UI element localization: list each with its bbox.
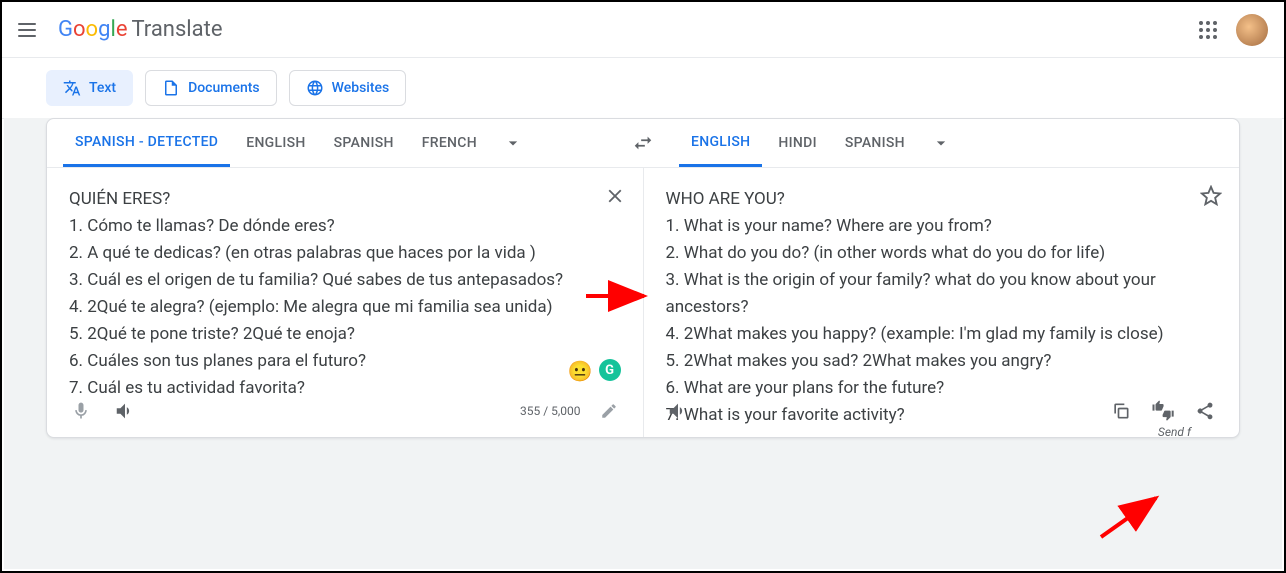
documents-mode-button[interactable]: Documents — [145, 70, 277, 106]
listen-source-icon[interactable] — [113, 399, 137, 423]
target-lang-side: ENGLISH HINDI SPANISH — [663, 119, 1239, 167]
listen-target-icon[interactable] — [666, 399, 690, 423]
websites-mode-button[interactable]: Websites — [289, 70, 407, 106]
clear-button[interactable] — [603, 184, 627, 208]
source-lang-english[interactable]: ENGLISH — [234, 119, 317, 167]
language-row: SPANISH - DETECTED ENGLISH SPANISH FRENC… — [47, 119, 1239, 167]
logo[interactable]: Google Translate — [58, 17, 222, 42]
source-lang-side: SPANISH - DETECTED ENGLISH SPANISH FRENC… — [47, 119, 623, 167]
send-feedback-link[interactable]: Send f — [1158, 425, 1191, 439]
translate-icon — [63, 79, 81, 97]
header: Google Translate — [2, 2, 1284, 58]
source-bottom-row: 355 / 5,000 — [47, 389, 643, 437]
save-star-icon[interactable] — [1199, 184, 1223, 208]
source-lang-french[interactable]: FRENCH — [410, 119, 489, 167]
content-row: QUIÉN ERES? 1. Cómo te llamas? De dónde … — [47, 168, 1239, 437]
emoji-icon: 😐 — [568, 359, 593, 383]
target-bottom-row — [644, 389, 1240, 437]
text-mode-button[interactable]: Text — [46, 70, 133, 106]
share-icon[interactable] — [1193, 399, 1217, 423]
logo-text: Translate — [131, 17, 222, 42]
grammarly-icon[interactable]: G — [599, 359, 621, 381]
text-mode-label: Text — [89, 80, 116, 96]
apps-icon[interactable] — [1196, 18, 1220, 42]
inline-badges: 😐 G — [568, 359, 621, 383]
microphone-icon[interactable] — [69, 399, 93, 423]
target-lang-spanish[interactable]: SPANISH — [833, 119, 917, 167]
char-count: 355 / 5,000 — [520, 404, 580, 418]
websites-mode-label: Websites — [332, 80, 390, 96]
source-panel[interactable]: QUIÉN ERES? 1. Cómo te llamas? De dónde … — [47, 168, 644, 437]
documents-mode-label: Documents — [188, 80, 260, 96]
source-lang-detected[interactable]: SPANISH - DETECTED — [63, 119, 230, 167]
avatar[interactable] — [1236, 14, 1268, 46]
mode-row: Text Documents Websites — [2, 58, 1284, 119]
hamburger-icon[interactable] — [18, 18, 42, 42]
target-more-chevron-icon[interactable] — [929, 131, 953, 155]
source-more-chevron-icon[interactable] — [501, 131, 525, 155]
source-text[interactable]: QUIÉN ERES? 1. Cómo te llamas? De dónde … — [69, 186, 621, 402]
source-lang-spanish[interactable]: SPANISH — [322, 119, 406, 167]
keyboard-icon[interactable] — [597, 399, 621, 423]
rate-icon[interactable] — [1151, 399, 1175, 423]
globe-icon — [306, 79, 324, 97]
translate-card: SPANISH - DETECTED ENGLISH SPANISH FRENC… — [46, 118, 1240, 438]
document-icon — [162, 79, 180, 97]
copy-icon[interactable] — [1109, 399, 1133, 423]
target-panel: WHO ARE YOU? 1. What is your name? Where… — [644, 168, 1240, 437]
target-lang-english[interactable]: ENGLISH — [679, 119, 762, 167]
target-lang-hindi[interactable]: HINDI — [766, 119, 828, 167]
swap-languages-button[interactable] — [623, 119, 663, 167]
